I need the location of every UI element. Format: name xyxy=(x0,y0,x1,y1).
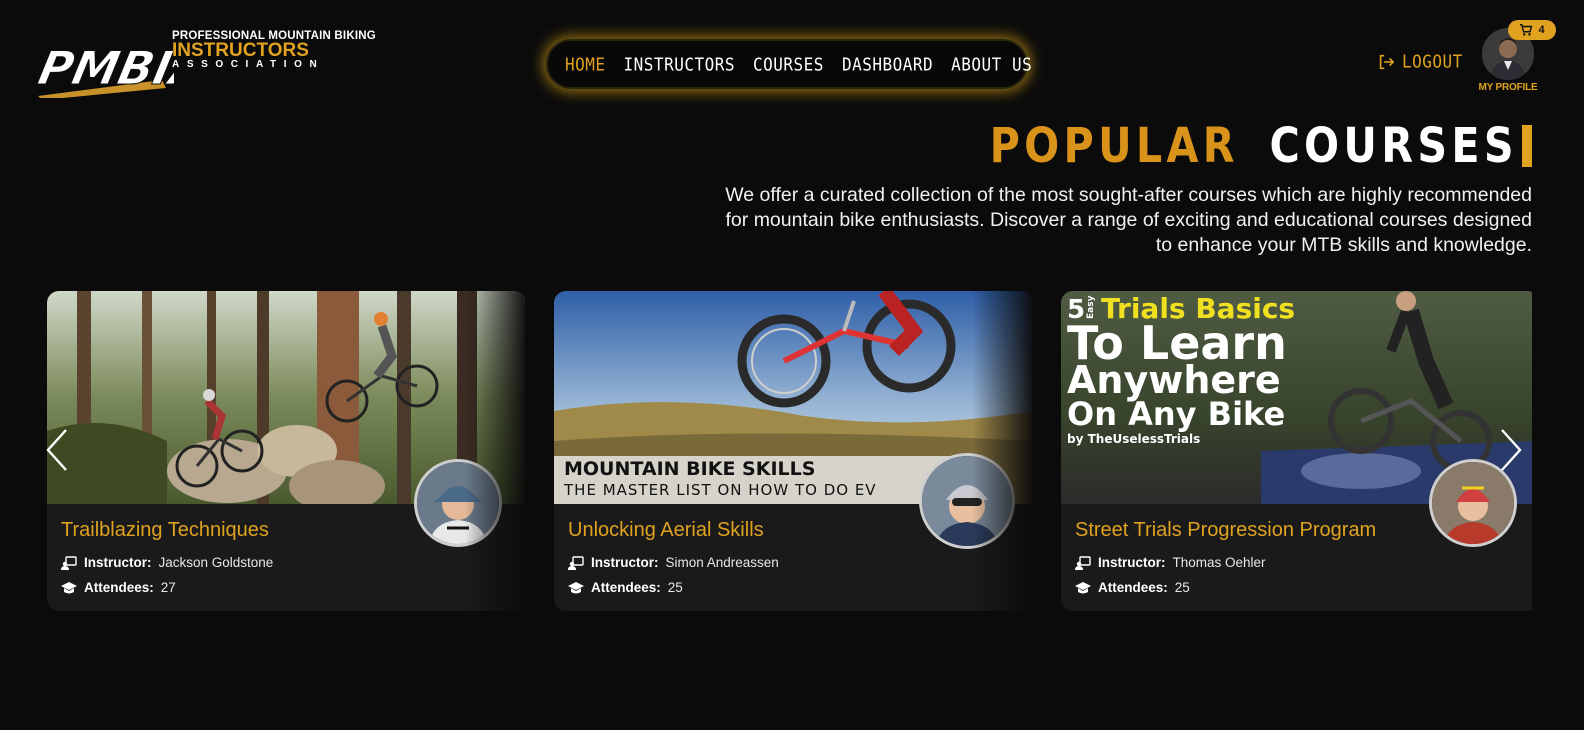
logo-text: PROFESSIONAL MOUNTAIN BIKING INSTRUCTORS… xyxy=(172,30,376,70)
logout-label: LOGOUT xyxy=(1402,50,1463,73)
carousel-next-button[interactable] xyxy=(1498,428,1524,472)
nav-courses[interactable]: COURSES xyxy=(753,53,824,74)
instructor-name: Simon Andreassen xyxy=(665,555,779,570)
svg-text:PMBIA: PMBIA xyxy=(34,41,174,94)
pmbia-logo-mark: PMBIA xyxy=(34,41,174,98)
course-card[interactable]: 5 Easy Trials Basics To Learn Anywhere O… xyxy=(1061,291,1532,611)
instructor-row: Instructor: Thomas Oehler xyxy=(1075,555,1266,570)
instructor-icon xyxy=(1075,555,1091,570)
section-title: POPULAR COURSES xyxy=(949,118,1532,174)
nav-instructors[interactable]: INSTRUCTORS xyxy=(624,53,735,74)
cart-badge[interactable]: 4 xyxy=(1508,20,1556,40)
attendees-label: Attendees: xyxy=(591,580,661,595)
attendees-label: Attendees: xyxy=(1098,580,1168,595)
graduation-cap-icon xyxy=(61,581,77,593)
instructor-name: Jackson Goldstone xyxy=(158,555,274,570)
title-accent-bar xyxy=(1522,125,1532,167)
attendees-count: 25 xyxy=(1174,580,1190,595)
site-header: PMBIA PROFESSIONAL MOUNTAIN BIKING INSTR… xyxy=(0,0,1584,112)
nav-dashboard[interactable]: DASHBOARD xyxy=(842,53,933,74)
card-fade xyxy=(972,291,1032,611)
logo-line-3: ASSOCIATION xyxy=(172,59,325,70)
section-title-courses: COURSES xyxy=(1269,118,1518,174)
attendees-label: Attendees: xyxy=(84,580,154,595)
attendees-count: 27 xyxy=(160,580,176,595)
image-caption-line-1: MOUNTAIN BIKE SKILLS xyxy=(564,458,815,480)
course-title[interactable]: Street Trials Progression Program xyxy=(1075,519,1376,542)
instructor-label: Instructor: xyxy=(1098,555,1166,570)
attendees-row: Attendees: 27 xyxy=(61,580,176,595)
instructor-label: Instructor: xyxy=(591,555,659,570)
main-nav: HOME INSTRUCTORS COURSES DASHBOARD ABOUT… xyxy=(546,39,1032,89)
chevron-left-icon xyxy=(46,429,67,471)
profile-label: MY PROFILE xyxy=(1478,82,1538,93)
course-title[interactable]: Trailblazing Techniques xyxy=(61,519,269,542)
instructor-icon xyxy=(61,555,77,570)
nav-home[interactable]: HOME xyxy=(565,53,606,74)
course-title[interactable]: Unlocking Aerial Skills xyxy=(568,519,764,542)
instructor-label: Instructor: xyxy=(84,555,152,570)
section-title-popular: POPULAR xyxy=(989,118,1240,174)
thumb-text-line-3: On Any Bike xyxy=(1067,395,1285,433)
logout-icon xyxy=(1379,54,1395,69)
logo-line-2: INSTRUCTORS xyxy=(172,40,309,61)
cart-icon xyxy=(1520,24,1533,36)
cart-count: 4 xyxy=(1538,24,1545,36)
course-carousel: Trailblazing Techniques Instructor: Jack… xyxy=(47,291,1532,611)
thumb-text-byline: by TheUselessTrials xyxy=(1067,432,1200,446)
pmbia-logo[interactable]: PMBIA PROFESSIONAL MOUNTAIN BIKING INSTR… xyxy=(34,26,404,98)
attendees-count: 25 xyxy=(667,580,683,595)
attendees-row: Attendees: 25 xyxy=(568,580,683,595)
image-caption-line-2: THE MASTER LIST ON HOW TO DO EV xyxy=(563,481,877,499)
chevron-right-icon xyxy=(1501,429,1522,471)
logout-button[interactable]: LOGOUT xyxy=(1377,50,1463,73)
course-card[interactable]: MOUNTAIN BIKE SKILLS THE MASTER LIST ON … xyxy=(554,291,1032,611)
attendees-row: Attendees: 25 xyxy=(1075,580,1190,595)
instructor-name: Thomas Oehler xyxy=(1172,555,1266,570)
instructor-row: Instructor: Jackson Goldstone xyxy=(61,555,273,570)
graduation-cap-icon xyxy=(568,581,584,593)
section-description: We offer a curated collection of the mos… xyxy=(725,184,1532,256)
instructor-row: Instructor: Simon Andreassen xyxy=(568,555,779,570)
graduation-cap-icon xyxy=(1075,581,1091,593)
instructor-icon xyxy=(568,555,584,570)
course-card[interactable]: Trailblazing Techniques Instructor: Jack… xyxy=(47,291,525,611)
nav-about-us[interactable]: ABOUT US xyxy=(951,53,1032,74)
instructor-avatar xyxy=(1429,459,1517,547)
card-fade xyxy=(465,291,525,611)
carousel-prev-button[interactable] xyxy=(44,428,70,472)
